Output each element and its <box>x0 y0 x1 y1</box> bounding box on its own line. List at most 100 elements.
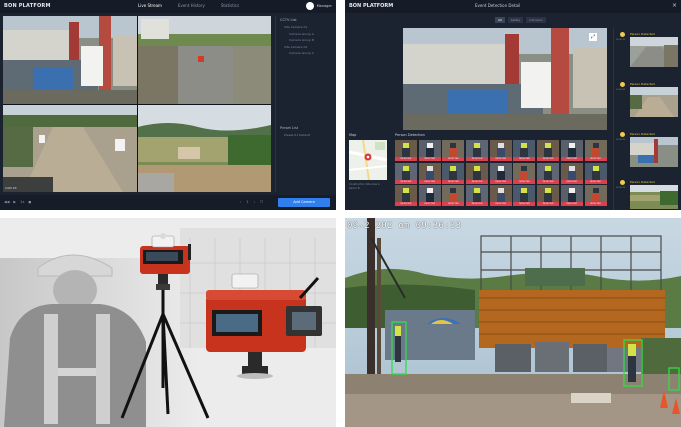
add-camera-button[interactable]: Add Camera <box>278 198 330 207</box>
event-card[interactable]: 09:36:33 Person Detected <box>616 32 678 67</box>
tab-event-history[interactable]: Event History <box>178 3 205 8</box>
event-time: 09:36:33 <box>616 39 625 41</box>
detection-tag: DETECTED <box>513 202 536 207</box>
detection-tag: DETECTED <box>442 179 465 184</box>
detection-thumbnail[interactable]: DETECTED <box>466 185 489 207</box>
detection-label: Person Detection <box>395 133 425 137</box>
detection-thumbnail[interactable]: DETECTED <box>489 185 512 207</box>
preset-item[interactable]: Preset 01 Default <box>284 133 310 137</box>
detection-tag: DETECTED <box>442 202 465 207</box>
camera-feed[interactable] <box>138 105 271 192</box>
detection-thumbnail[interactable]: DETECTED <box>584 185 607 207</box>
detection-thumbnail[interactable]: DETECTED <box>489 140 512 161</box>
event-image <box>630 137 678 167</box>
camera-feed[interactable] <box>3 16 137 104</box>
detection-thumbnail[interactable]: DETECTED <box>537 140 560 161</box>
camera-feed[interactable]: CAM 03 <box>3 105 137 192</box>
detection-thumbnail[interactable]: DETECTED <box>418 162 441 184</box>
event-dot <box>620 180 625 185</box>
sidebar-item[interactable]: Site Camera 02 <box>284 45 333 49</box>
sidebar-item[interactable]: Camera Group C <box>289 51 333 55</box>
detection-tag: DETECTED <box>418 157 441 161</box>
detection-tag: DETECTED <box>560 157 583 161</box>
detection-thumbnail[interactable]: DETECTED <box>560 162 583 184</box>
detection-thumbnail[interactable]: DETECTED <box>560 140 583 161</box>
detection-thumbnail[interactable]: DETECTED <box>560 185 583 207</box>
user-menu[interactable]: Manager <box>305 2 332 10</box>
detection-thumbnail[interactable]: DETECTED <box>513 140 536 161</box>
detection-thumbnail[interactable]: DETECTED <box>442 162 465 184</box>
detection-thumbnail[interactable]: DETECTED <box>395 185 417 207</box>
event-dot <box>620 132 625 137</box>
camera-image <box>3 16 137 104</box>
detection-thumbnail[interactable]: DETECTED <box>395 162 417 184</box>
detection-thumbnail[interactable]: DETECTED <box>584 140 607 161</box>
detection-thumbnail[interactable]: DETECTED <box>513 162 536 184</box>
detection-tag: DETECTED <box>489 202 512 207</box>
tab-statistics[interactable]: Statistics <box>221 3 239 8</box>
detection-tag: DETECTED <box>513 179 536 184</box>
detection-tag: DETECTED <box>395 157 417 161</box>
preset-header: Preset List <box>280 126 299 130</box>
playback-controls: ◀◀ ▶ 1x ◼ <box>4 200 31 204</box>
detection-thumbnail[interactable]: DETECTED <box>442 185 465 207</box>
stop-icon[interactable]: ◼ <box>28 200 31 204</box>
rewind-icon[interactable]: ◀◀ <box>4 200 9 204</box>
detection-thumbnail[interactable]: DETECTED <box>537 185 560 207</box>
app-logo: BON PLATFORM <box>349 3 394 9</box>
next-page-button[interactable]: › <box>254 200 255 204</box>
cctv-image <box>345 218 681 427</box>
detection-thumbnail[interactable]: DETECTED <box>584 162 607 184</box>
close-icon[interactable]: × <box>672 2 677 9</box>
tab-safety[interactable]: Safety <box>507 17 524 23</box>
detection-thumbnail[interactable]: DETECTED <box>466 162 489 184</box>
sidebar-item[interactable]: Camera Group A <box>289 32 333 36</box>
event-image <box>630 37 678 67</box>
camera-feed[interactable] <box>138 16 271 104</box>
detection-tag: DETECTED <box>418 202 441 207</box>
main-camera-view[interactable] <box>403 28 607 130</box>
detection-tag: DETECTED <box>466 157 489 161</box>
detection-tag: DETECTED <box>395 202 417 207</box>
page-title: Event Detection Detail <box>475 3 521 8</box>
detection-tag: DETECTED <box>537 179 560 184</box>
page-number[interactable]: 1 <box>246 200 248 204</box>
event-card[interactable]: 09:36:33 Person Detected <box>616 180 678 209</box>
top-bar: BON PLATFORM Event Detection Detail × <box>345 0 681 13</box>
detection-thumbnail[interactable]: DETECTED <box>395 140 417 161</box>
detection-thumbnail[interactable]: DETECTED <box>418 185 441 207</box>
detection-tag: DETECTED <box>537 202 560 207</box>
detection-tag: DETECTED <box>442 157 465 161</box>
play-icon[interactable]: ▶ <box>13 200 16 204</box>
tab-intrusion[interactable]: Intrusion <box>526 17 546 23</box>
user-name: Manager <box>316 4 332 8</box>
sidebar-header: CCTV List <box>280 18 297 22</box>
detection-thumbnail[interactable]: DETECTED <box>418 140 441 161</box>
tab-live-stream[interactable]: Live Stream <box>138 3 162 8</box>
detection-tag: DETECTED <box>489 157 512 161</box>
sidebar-item[interactable]: Camera Group B <box>289 38 333 42</box>
detection-tag: DETECTED <box>418 179 441 184</box>
sidebar-item[interactable]: Site Camera 01 <box>284 25 333 29</box>
live-stream-screen: BON PLATFORM Live Stream Event History S… <box>0 0 336 210</box>
detection-thumbnail[interactable]: DETECTED <box>513 185 536 207</box>
detection-thumbnail[interactable]: DETECTED <box>466 140 489 161</box>
event-card[interactable]: 09:36:33 Person Detected <box>616 82 678 117</box>
tab-all[interactable]: All <box>495 17 505 23</box>
event-detection-screen: BON PLATFORM Event Detection Detail × Al… <box>345 0 681 210</box>
layout-icon[interactable]: ☐ <box>260 200 263 204</box>
detection-tag: DETECTED <box>489 179 512 184</box>
detection-thumbnail[interactable]: DETECTED <box>442 140 465 161</box>
location-map[interactable] <box>348 139 388 181</box>
detection-tag: DETECTED <box>395 179 417 184</box>
camera-list-sidebar: CCTV List Site Camera 01 Camera Group A … <box>275 16 333 192</box>
detection-thumbnail[interactable]: DETECTED <box>489 162 512 184</box>
detection-thumbnails: DETECTED DETECTED DETECTED DETECTED DETECTED… <box>395 140 609 207</box>
speed-control[interactable]: 1x <box>20 200 24 204</box>
detection-thumbnail[interactable]: DETECTED <box>537 162 560 184</box>
camera-image <box>403 28 607 130</box>
detection-tag: DETECTED <box>513 157 536 161</box>
expand-icon[interactable]: ⤢ <box>589 33 597 41</box>
event-card[interactable]: 09:36:33 Person Detected <box>616 132 678 167</box>
prev-page-button[interactable]: ‹ <box>240 200 241 204</box>
